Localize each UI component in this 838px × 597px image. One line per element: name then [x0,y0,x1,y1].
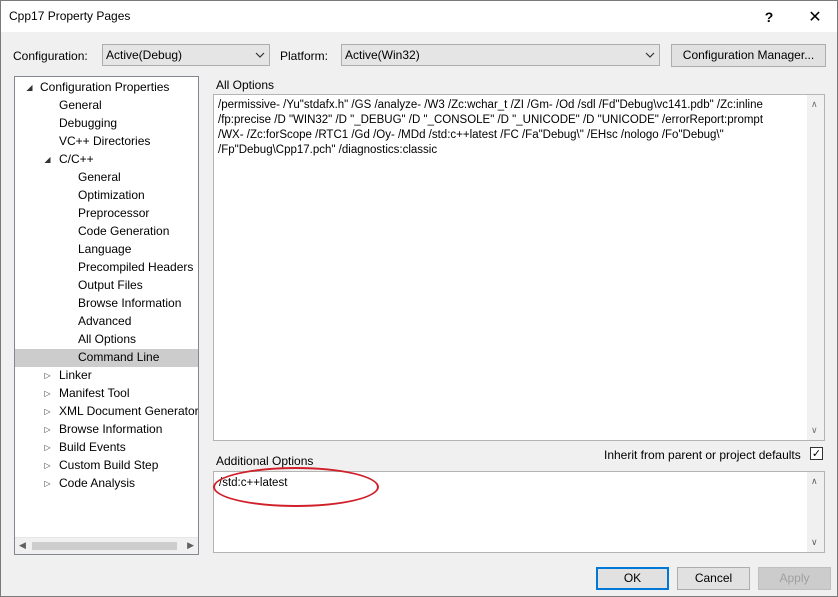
tree-item[interactable]: ▷ Browse Information [15,421,198,439]
apply-button[interactable]: Apply [758,567,831,590]
tree-item-label: XML Document Generator [59,404,199,418]
configuration-manager-button[interactable]: Configuration Manager... [671,44,826,67]
collapse-icon[interactable]: ◢ [43,155,52,164]
tree-item[interactable]: ▷ Custom Build Step [15,457,198,475]
ok-button[interactable]: OK [596,567,669,590]
tree-item[interactable]: ◢ Configuration Properties [15,79,198,97]
all-options-scrollbar[interactable]: ∧ ∨ [807,95,824,440]
tree-item[interactable]: General [15,169,198,187]
scroll-up-icon[interactable]: ∧ [811,474,818,489]
tree-item-label: Output Files [78,278,143,292]
all-options-textbox[interactable]: /permissive- /Yu"stdafx.h" /GS /analyze-… [213,94,825,441]
tree-item-label: Command Line [78,350,160,364]
configuration-label: Configuration: [13,49,88,63]
command-line-text: /Fp"Debug\Cpp17.pch" /diagnostics:classi… [218,144,438,156]
command-line-text: /fp:precise /D "WIN32" /D "_DEBUG" /D "_… [218,114,764,126]
expand-icon[interactable]: ▷ [43,407,52,416]
additional-options-scrollbar[interactable]: ∧ ∨ [807,472,824,552]
expand-icon[interactable]: ▷ [43,461,52,470]
tree-item[interactable]: All Options [15,331,198,349]
tree-item-label: Preprocessor [78,206,150,220]
tree-item[interactable]: Preprocessor [15,205,198,223]
tree-item[interactable]: ▷ Linker [15,367,198,385]
expand-icon[interactable]: ▷ [43,389,52,398]
tree-item[interactable]: ▷ XML Document Generator [15,403,198,421]
scroll-right-icon[interactable]: ▶ [187,540,194,551]
tree-item-label: Linker [59,368,92,382]
additional-options-label: Additional Options [216,454,314,468]
tree-item[interactable]: Output Files [15,277,198,295]
tree-item-label: Debugging [59,116,118,130]
platform-label: Platform: [280,49,329,63]
tree-item-label: Build Events [59,440,126,454]
tree-item-label: All Options [78,332,137,346]
checkmark-icon: ✓ [811,448,822,460]
help-button[interactable]: ? [747,1,791,32]
platform-value: Active(Win32) [345,48,420,62]
tree-item[interactable]: Command Line [15,349,198,367]
scroll-down-icon[interactable]: ∨ [811,535,818,550]
window-title: Cpp17 Property Pages [9,9,131,23]
tree-horizontal-scrollbar[interactable]: ◀ ▶ [15,537,198,554]
tree-item-label: Browse Information [59,422,163,436]
tree-item-label: VC++ Directories [59,134,151,148]
command-line-text: /WX- /Zc:forScope /RTC1 /Gd /Oy- /MDd /s… [218,129,724,141]
configuration-dropdown[interactable]: Active(Debug) [102,44,270,66]
expand-icon[interactable]: ▷ [43,425,52,434]
tree-item-label: Advanced [78,314,132,328]
tree-item[interactable]: General [15,97,198,115]
chevron-down-icon [255,48,265,62]
command-line-text: /permissive- /Yu"stdafx.h" /GS /analyze-… [218,99,763,111]
tree-item-label: C/C++ [59,152,94,166]
scroll-left-icon[interactable]: ◀ [19,540,26,551]
close-icon: ✕ [808,8,822,26]
tree-item[interactable]: Language [15,241,198,259]
configuration-value: Active(Debug) [106,48,183,62]
tree-item-label: Custom Build Step [59,458,159,472]
tree-item-label: Configuration Properties [40,80,170,94]
chevron-down-icon [645,48,655,62]
expand-icon[interactable]: ▷ [43,371,52,380]
property-pages-dialog: Cpp17 Property Pages ? ✕ Configuration: … [0,0,838,597]
expand-icon[interactable]: ▷ [43,479,52,488]
tree-item[interactable]: Advanced [15,313,198,331]
inherit-label: Inherit from parent or project defaults [604,448,801,462]
tree-item[interactable]: Code Generation [15,223,198,241]
tree-item-label: Manifest Tool [59,386,130,400]
scroll-down-icon[interactable]: ∨ [811,423,818,438]
tree-item-label: Code Analysis [59,476,136,490]
platform-dropdown[interactable]: Active(Win32) [341,44,660,66]
cancel-button[interactable]: Cancel [677,567,750,590]
tree-item[interactable]: ▷ Code Analysis [15,475,198,493]
close-button[interactable]: ✕ [793,1,837,32]
tree-item-label: Language [78,242,132,256]
tree-item-label: Optimization [78,188,145,202]
tree-item-label: Precompiled Headers [78,260,194,274]
tree-item[interactable]: Optimization [15,187,198,205]
collapse-icon[interactable]: ◢ [25,83,34,92]
tree-item-label: General [59,98,102,112]
tree-item-label: Browse Information [78,296,182,310]
scroll-up-icon[interactable]: ∧ [811,97,818,112]
help-icon: ? [764,8,774,25]
inherit-checkbox[interactable]: ✓ [810,447,823,460]
tree-item-label: Code Generation [78,224,170,238]
tree-item[interactable]: Debugging [15,115,198,133]
tree-item[interactable]: ◢ C/C++ [15,151,198,169]
all-options-label: All Options [216,78,275,92]
tree-item[interactable]: ▷ Manifest Tool [15,385,198,403]
tree-item-label: General [78,170,121,184]
scroll-thumb[interactable] [32,542,177,550]
expand-icon[interactable]: ▷ [43,443,52,452]
title-bar: Cpp17 Property Pages ? ✕ [1,1,837,32]
tree-item[interactable]: Precompiled Headers [15,259,198,277]
tree-item[interactable]: ▷ Build Events [15,439,198,457]
property-tree: ◢ Configuration Properties General Debuggin… [14,76,199,555]
tree-item[interactable]: VC++ Directories [15,133,198,151]
annotation-circle [213,467,379,507]
tree-item[interactable]: Browse Information [15,295,198,313]
